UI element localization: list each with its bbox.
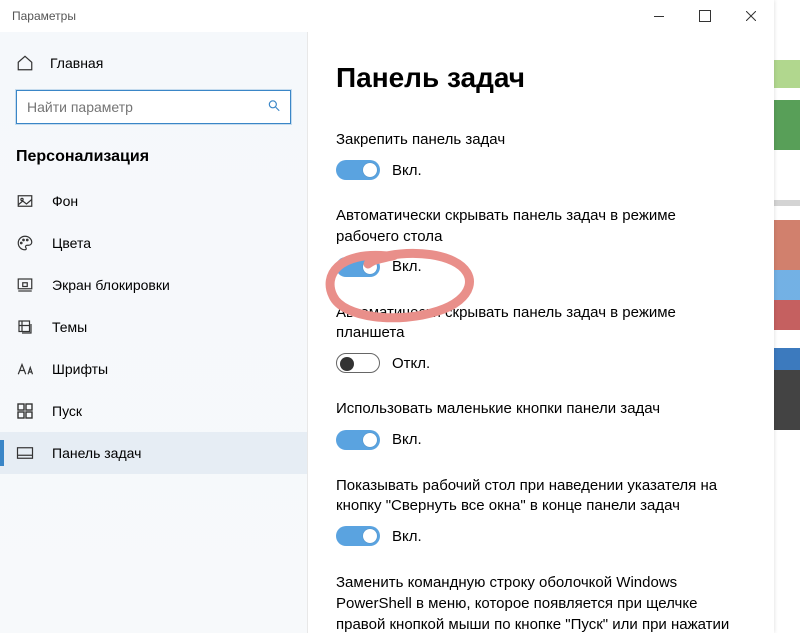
- window-title: Параметры: [12, 9, 76, 23]
- sidebar-item-taskbar[interactable]: Панель задач: [0, 432, 307, 474]
- sidebar-item-colors[interactable]: Цвета: [0, 222, 307, 264]
- toggle-state: Вкл.: [392, 528, 422, 545]
- setting-label: Использовать маленькие кнопки панели зад…: [336, 399, 736, 419]
- setting-peek-desktop: Показывать рабочий стол при наведении ук…: [336, 476, 736, 547]
- home-label: Главная: [50, 55, 103, 71]
- sidebar-item-label: Цвета: [52, 235, 91, 251]
- taskbar-icon: [16, 444, 34, 462]
- settings-window: Параметры Главная Персонализ: [0, 0, 774, 633]
- sidebar-item-label: Экран блокировки: [52, 277, 170, 293]
- toggle-state: Откл.: [392, 355, 430, 372]
- setting-lock-taskbar: Закрепить панель задач Вкл.: [336, 130, 736, 180]
- sidebar-item-label: Пуск: [52, 403, 82, 419]
- setting-autohide-tablet: Автоматически скрывать панель задач в ре…: [336, 303, 736, 374]
- sidebar-item-background[interactable]: Фон: [0, 180, 307, 222]
- themes-icon: [16, 318, 34, 336]
- picture-icon: [16, 192, 34, 210]
- toggle-autohide-desktop[interactable]: [336, 257, 380, 277]
- fonts-icon: [16, 360, 34, 378]
- maximize-button[interactable]: [682, 0, 728, 32]
- toggle-peek-desktop[interactable]: [336, 526, 380, 546]
- home-link[interactable]: Главная: [0, 44, 307, 82]
- close-button[interactable]: [728, 0, 774, 32]
- toggle-small-buttons[interactable]: [336, 430, 380, 450]
- toggle-state: Вкл.: [392, 162, 422, 179]
- page-title: Панель задач: [336, 62, 746, 94]
- sidebar-item-label: Фон: [52, 193, 78, 209]
- palette-icon: [16, 234, 34, 252]
- sidebar-section-title: Персонализация: [0, 142, 307, 180]
- setting-label: Автоматически скрывать панель задач в ре…: [336, 303, 736, 344]
- toggle-autohide-tablet[interactable]: [336, 353, 380, 373]
- sidebar-item-start[interactable]: Пуск: [0, 390, 307, 432]
- setting-label: Закрепить панель задач: [336, 130, 736, 150]
- sidebar-item-lockscreen[interactable]: Экран блокировки: [0, 264, 307, 306]
- toggle-state: Вкл.: [392, 431, 422, 448]
- sidebar: Главная Персонализация Фон Цвета: [0, 32, 308, 633]
- toggle-lock-taskbar[interactable]: [336, 160, 380, 180]
- setting-autohide-desktop: Автоматически скрывать панель задач в ре…: [336, 206, 736, 277]
- start-icon: [16, 402, 34, 420]
- setting-label: Показывать рабочий стол при наведении ук…: [336, 476, 736, 517]
- sidebar-item-themes[interactable]: Темы: [0, 306, 307, 348]
- sidebar-item-fonts[interactable]: Шрифты: [0, 348, 307, 390]
- background-page-strip: [774, 0, 800, 633]
- setting-powershell-text: Заменить командную строку оболочкой Wind…: [336, 572, 736, 633]
- window-controls: [636, 0, 774, 32]
- search-icon: [267, 99, 281, 116]
- search-field-wrap: [16, 90, 291, 124]
- sidebar-item-label: Темы: [52, 319, 87, 335]
- setting-small-buttons: Использовать маленькие кнопки панели зад…: [336, 399, 736, 449]
- sidebar-item-label: Шрифты: [52, 361, 108, 377]
- setting-label: Автоматически скрывать панель задач в ре…: [336, 206, 736, 247]
- titlebar: Параметры: [0, 0, 774, 32]
- search-input[interactable]: [16, 90, 291, 124]
- minimize-button[interactable]: [636, 0, 682, 32]
- sidebar-item-label: Панель задач: [52, 445, 141, 461]
- home-icon: [16, 54, 34, 72]
- toggle-state: Вкл.: [392, 258, 422, 275]
- lockscreen-icon: [16, 276, 34, 294]
- main-panel: Панель задач Закрепить панель задач Вкл.…: [308, 32, 774, 633]
- window-content: Главная Персонализация Фон Цвета: [0, 32, 774, 633]
